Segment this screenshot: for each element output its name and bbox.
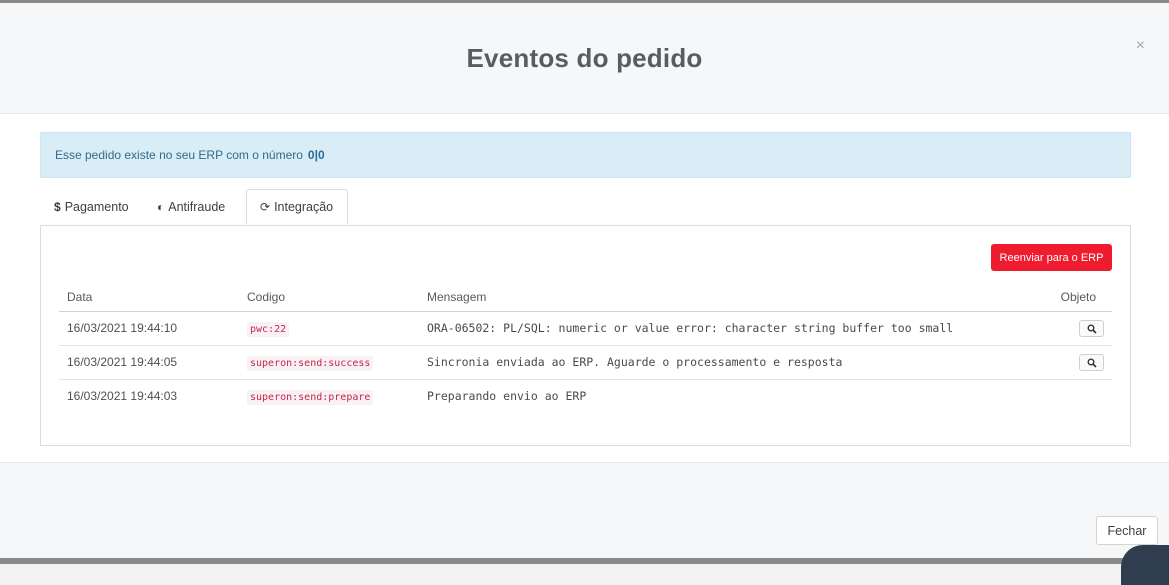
table-header: Data Codigo Mensagem Objeto xyxy=(59,284,1112,312)
tab-label: Antifraude xyxy=(168,200,226,214)
erp-info-alert: Esse pedido existe no seu ERP com o núme… xyxy=(40,132,1131,178)
tab-pagamento[interactable]: $ Pagamento xyxy=(54,189,129,225)
event-message: Preparando envio ao ERP xyxy=(427,389,587,403)
help-widget-button[interactable] xyxy=(1121,545,1169,585)
modal-body: Esse pedido existe no seu ERP com o núme… xyxy=(0,114,1169,462)
modal-footer: Fechar xyxy=(0,462,1169,559)
refresh-icon: ⟳ xyxy=(260,200,271,214)
view-object-button[interactable] xyxy=(1079,320,1104,337)
backdrop-bottom-strip xyxy=(0,558,1169,564)
magnifier-icon xyxy=(1087,324,1097,334)
integration-panel: Reenviar para o ERP Data Codigo Mensagem… xyxy=(40,225,1131,446)
magnifier-icon xyxy=(1087,358,1097,368)
event-date: 16/03/2021 19:44:10 xyxy=(67,321,178,335)
event-code: pwc:22 xyxy=(247,322,290,337)
resend-to-erp-button[interactable]: Reenviar para o ERP xyxy=(991,244,1112,271)
tab-antifraude[interactable]: ◐ Antifraude xyxy=(157,189,225,225)
modal-title: Eventos do pedido xyxy=(466,43,703,73)
header-objeto: Objeto xyxy=(1060,290,1096,304)
events-table: Data Codigo Mensagem Objeto 16/03/2021 1… xyxy=(59,284,1112,413)
event-code: superon:send:success xyxy=(247,356,374,371)
event-date: 16/03/2021 19:44:05 xyxy=(67,355,178,369)
close-button[interactable]: Fechar xyxy=(1096,516,1158,545)
event-date: 16/03/2021 19:44:03 xyxy=(67,389,178,403)
header-mensagem: Mensagem xyxy=(427,290,487,304)
event-message: Sincronia enviada ao ERP. Aguarde o proc… xyxy=(427,355,843,369)
event-message: ORA-06502: PL/SQL: numeric or value erro… xyxy=(427,321,954,335)
close-icon[interactable]: × xyxy=(1136,37,1145,55)
alert-text: Esse pedido existe no seu ERP com o núme… xyxy=(55,148,303,162)
tab-label: Integração xyxy=(274,200,334,214)
table-row: 16/03/2021 19:44:10 pwc:22 ORA-06502: PL… xyxy=(59,312,1112,346)
event-code: superon:send:prepare xyxy=(247,390,374,405)
dollar-icon: $ xyxy=(54,200,61,214)
shield-icon: ◐ xyxy=(157,200,165,214)
tab-integracao[interactable]: ⟳ Integração xyxy=(246,189,348,225)
erp-number: 0|0 xyxy=(307,148,325,162)
header-codigo: Codigo xyxy=(247,290,286,304)
modal-header: Eventos do pedido × xyxy=(0,3,1169,114)
header-data: Data xyxy=(67,290,93,304)
table-row: 16/03/2021 19:44:03 superon:send:prepare… xyxy=(59,380,1112,413)
table-row: 16/03/2021 19:44:05 superon:send:success… xyxy=(59,346,1112,380)
view-object-button[interactable] xyxy=(1079,354,1104,371)
tab-label: Pagamento xyxy=(64,200,129,214)
